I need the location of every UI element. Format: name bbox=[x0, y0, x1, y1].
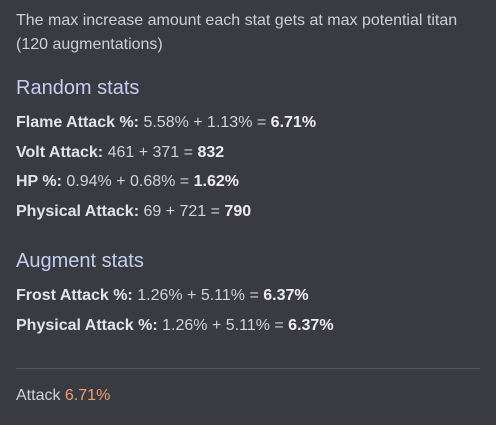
section-divider bbox=[16, 368, 480, 369]
augment-stats-list: Frost Attack %: 1.26% + 5.11% = 6.37% Ph… bbox=[16, 282, 480, 341]
stat-total: 6.37% bbox=[263, 287, 309, 304]
stat-formula: 69 + 721 = bbox=[143, 202, 220, 220]
stat-label: Volt Attack: bbox=[16, 143, 104, 161]
footer-label: Attack bbox=[16, 387, 61, 404]
stat-row-physical-attack-percent: Physical Attack %: 1.26% + 5.11% = 6.37% bbox=[16, 312, 480, 342]
stat-formula: 461 + 371 = bbox=[107, 143, 193, 161]
stat-row-volt-attack: Volt Attack: 461 + 371 = 832 bbox=[16, 139, 480, 169]
stat-total: 1.62% bbox=[193, 173, 239, 190]
stat-total: 6.71% bbox=[270, 114, 317, 131]
intro-text: The max increase amount each stat gets a… bbox=[16, 12, 458, 53]
stats-tooltip-panel: The max increase amount each stat gets a… bbox=[16, 9, 480, 341]
stat-row-hp: HP %: 0.94% + 0.68% = 1.62% bbox=[16, 168, 480, 198]
stat-row-flame-attack: Flame Attack %: 5.58% + 1.13% = 6.71% bbox=[16, 109, 480, 139]
stat-label: Flame Attack %: bbox=[16, 114, 139, 131]
stat-formula: 1.26% + 5.11% = bbox=[162, 316, 284, 334]
stat-formula: 0.94% + 0.68% = bbox=[66, 173, 190, 190]
footer-value: 6.71% bbox=[64, 387, 111, 404]
augment-stats-title: Augment stats bbox=[16, 250, 144, 272]
random-stats-title: Random stats bbox=[16, 77, 140, 99]
stat-total: 6.37% bbox=[288, 316, 334, 334]
stat-formula: 1.26% + 5.11% = bbox=[137, 287, 259, 304]
random-stats-list: Flame Attack %: 5.58% + 1.13% = 6.71% Vo… bbox=[16, 109, 480, 227]
stat-total: 832 bbox=[197, 143, 225, 161]
footer-attack-summary: Attack 6.71% bbox=[16, 385, 110, 407]
stat-formula: 5.58% + 1.13% = bbox=[143, 114, 267, 131]
stat-label: HP %: bbox=[16, 173, 62, 190]
stat-row-frost-attack: Frost Attack %: 1.26% + 5.11% = 6.37% bbox=[16, 282, 480, 312]
stat-label: Physical Attack: bbox=[16, 202, 140, 220]
stat-total: 790 bbox=[224, 202, 252, 220]
stat-label: Frost Attack %: bbox=[16, 287, 133, 304]
stat-label: Physical Attack %: bbox=[16, 316, 158, 334]
stat-row-physical-attack: Physical Attack: 69 + 721 = 790 bbox=[16, 198, 480, 228]
